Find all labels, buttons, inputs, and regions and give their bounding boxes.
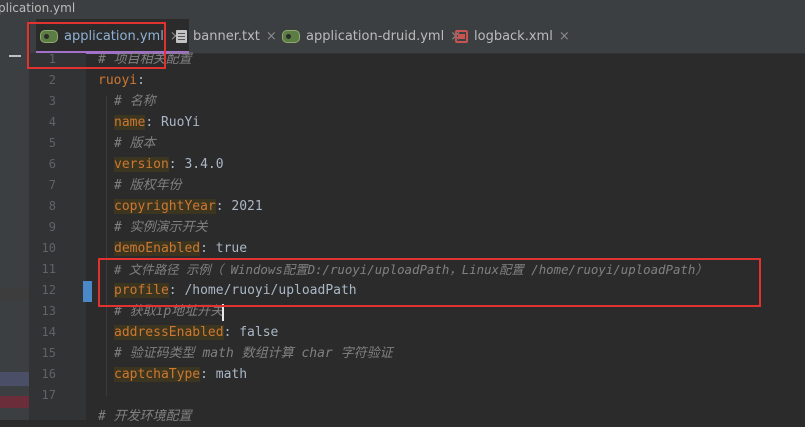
code-line[interactable]: copyrightYear: 2021 [114, 196, 263, 217]
tab-banner-txt[interactable]: banner.txt × [176, 19, 277, 53]
line-number: 5 [48, 136, 56, 150]
line-number: 2 [48, 73, 56, 87]
tool-window-strip [0, 19, 30, 420]
yaml-key: captchaType [114, 367, 201, 382]
line-number: 3 [48, 94, 56, 108]
line-number: 8 [48, 199, 56, 213]
line-number: 10 [41, 241, 56, 255]
yaml-value: : false [223, 325, 279, 340]
yaml-value: : true [200, 241, 248, 256]
tab-label: logback.xml [474, 28, 553, 44]
side-marker [0, 396, 29, 408]
code-line[interactable]: demoEnabled: true [114, 238, 247, 259]
code-comment[interactable]: # 实例演示开关 [114, 217, 208, 238]
side-marker [0, 372, 29, 386]
line-number: 7 [48, 178, 56, 192]
annotation-box-profile [98, 258, 761, 307]
yaml-separator: : [137, 73, 145, 88]
line-number: 11 [41, 262, 56, 276]
line-number: 14 [41, 325, 56, 339]
window-title: plication.yml [0, 1, 76, 15]
collapse-icon[interactable] [9, 55, 21, 57]
code-comment[interactable]: # 版本 [114, 133, 156, 154]
change-marker [83, 281, 92, 302]
yaml-value: : 3.4.0 [168, 157, 224, 172]
side-marker [0, 288, 29, 300]
yaml-key: version [114, 157, 169, 172]
indent-guide [106, 96, 107, 396]
code-line[interactable]: addressEnabled: false [114, 322, 278, 343]
code-line[interactable]: ruoyi: [98, 70, 145, 91]
line-number: 17 [41, 388, 56, 402]
code-comment[interactable]: # 验证码类型 math 数组计算 char 字符验证 [114, 343, 393, 364]
tab-label: banner.txt [193, 28, 260, 44]
yaml-key: name [114, 115, 146, 130]
annotation-box-tab [27, 22, 166, 69]
yml-icon [282, 29, 300, 43]
code-line[interactable]: version: 3.4.0 [114, 154, 224, 175]
line-number: 9 [48, 220, 56, 234]
line-number: 12 [41, 283, 56, 297]
title-strip: plication.yml [0, 0, 805, 19]
yaml-key: copyrightYear [114, 199, 216, 214]
txt-icon [176, 29, 187, 43]
close-icon[interactable]: × [559, 29, 570, 44]
code-comment[interactable]: # 开发环境配置 [98, 406, 192, 427]
code-line[interactable]: name: RuoYi [114, 112, 200, 133]
close-icon[interactable]: × [266, 29, 277, 44]
line-number: 13 [41, 304, 56, 318]
xml-icon [455, 29, 468, 43]
line-number: 6 [48, 157, 56, 171]
code-comment[interactable]: # 名称 [114, 91, 156, 112]
yaml-key: addressEnabled [114, 325, 224, 340]
line-number: 4 [48, 115, 56, 129]
yaml-key: demoEnabled [114, 241, 201, 256]
yaml-value: : 2021 [215, 199, 263, 214]
tab-label: application-druid.yml [306, 28, 445, 44]
line-number: 16 [41, 367, 56, 381]
tab-application-druid-yml[interactable]: application-druid.yml × [282, 19, 461, 53]
yaml-value: : math [200, 367, 248, 382]
yaml-value: : RuoYi [145, 115, 201, 130]
line-number: 15 [41, 346, 56, 360]
tab-logback-xml[interactable]: logback.xml × [455, 19, 570, 53]
yaml-key: ruoyi [98, 73, 138, 88]
code-line[interactable]: captchaType: math [114, 364, 247, 385]
code-comment[interactable]: # 版权年份 [114, 175, 182, 196]
